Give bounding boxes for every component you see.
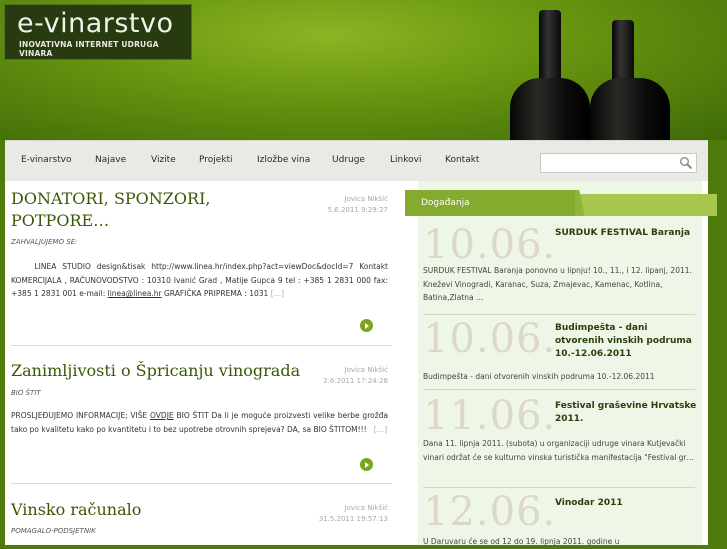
- post-date: 5.6.2011 9:29:27: [327, 206, 388, 214]
- nav-item-linkovi[interactable]: Linkovi: [390, 155, 421, 165]
- post-date: 31.5.2011 19:57:13: [318, 515, 388, 523]
- logo-subtitle: INOVATIVNA INTERNET UDRUGA VINARA: [19, 40, 159, 58]
- ovdje-link[interactable]: OVDJE: [150, 411, 174, 420]
- arrow-right-icon[interactable]: [360, 319, 373, 332]
- post-author: Jovica Nikšić: [344, 366, 388, 374]
- post-title[interactable]: Vinsko računalo: [11, 499, 141, 521]
- post-meta: Jovica Nikšić 5.6.2011 9:29:27: [328, 194, 388, 216]
- event-divider: [423, 487, 695, 488]
- post-category: ZAHVALJUJEMO SE:: [11, 238, 78, 246]
- nav-item-vizite[interactable]: Vizite: [151, 155, 176, 165]
- event-date: 12.06.: [423, 489, 557, 535]
- events-header-bar: [575, 194, 717, 216]
- nav-item-projekti[interactable]: Projekti: [199, 155, 233, 165]
- event-title[interactable]: SURDUK FESTIVAL Baranja: [555, 227, 698, 240]
- read-more-link[interactable]: […]: [374, 425, 387, 434]
- event-title[interactable]: Festival graševine Hrvatske 2011.: [555, 400, 698, 426]
- event-divider: [423, 314, 695, 315]
- post-date: 2.6.2011 17:24:28: [323, 377, 388, 385]
- event-title[interactable]: Budimpešta - dani otvorenih vinskih podr…: [555, 322, 698, 361]
- event-text: Dana 11. lipnja 2011. (subota) u organiz…: [423, 439, 694, 462]
- nav-item-e-vinarstvo[interactable]: E-vinarstvo: [21, 155, 72, 165]
- post-item: Zanimljivosti o Špricanju vinograda Jovi…: [11, 357, 388, 487]
- nav-item-udruge[interactable]: Udruge: [332, 155, 365, 165]
- nav-item-kontakt[interactable]: Kontakt: [445, 155, 479, 165]
- event-date: 11.06.: [423, 393, 557, 439]
- events-tab: Događanja: [405, 190, 575, 216]
- post-category: BIO ŠTIT: [11, 389, 41, 397]
- post-meta: Jovica Nikšić 31.5.2011 19:57:13: [319, 503, 388, 525]
- post-divider: [11, 345, 392, 346]
- event-text: SURDUK FESTIVAL Baranja ponovno u lipnju…: [423, 266, 692, 302]
- post-title[interactable]: DONATORI, SPONZORI, POTPORE…: [11, 188, 210, 232]
- event-item: 10.06. SURDUK FESTIVAL Baranja SURDUK FE…: [418, 222, 698, 315]
- logo-title: e-vinarstvo: [17, 8, 174, 39]
- event-date: 10.06.: [423, 316, 557, 362]
- post-title[interactable]: Zanimljivosti o Špricanju vinograda: [11, 360, 300, 382]
- post-author: Jovica Nikšić: [344, 195, 388, 203]
- post-item: Vinsko računalo Jovica Nikšić 31.5.2011 …: [11, 495, 388, 545]
- post-divider: [11, 483, 392, 484]
- event-date: 10.06.: [423, 222, 557, 268]
- event-item: 12.06. Vinodar 2011 U Daruvaru će se od …: [418, 489, 698, 546]
- event-item: 11.06. Festival graševine Hrvatske 2011.…: [418, 393, 698, 488]
- post-excerpt: LINEA STUDIO design&tisak http://www.lin…: [11, 262, 388, 298]
- event-divider: [423, 389, 695, 390]
- post-excerpt: PROSLJEĐUJEMO INFORMACIJE; VIŠE OVDJE BI…: [11, 411, 388, 434]
- event-item: 10.06. Budimpešta - dani otvorenih vinsk…: [418, 316, 698, 390]
- event-text: Budimpešta - dani otvorenih vinskih podr…: [423, 372, 655, 381]
- events-heading: Događanja: [421, 198, 470, 208]
- post-meta: Jovica Nikšić 2.6.2011 17:24:28: [323, 365, 388, 387]
- post-category: POMAGALO-PODSJETNIK: [11, 527, 96, 535]
- main-nav: E-vinarstvo Najave Vizite Projekti Izlož…: [5, 140, 708, 182]
- post-item: DONATORI, SPONZORI, POTPORE… Jovica Nikš…: [11, 188, 388, 338]
- search-input[interactable]: [540, 153, 697, 173]
- read-more-link[interactable]: […]: [271, 289, 284, 298]
- event-title[interactable]: Vinodar 2011: [555, 497, 698, 510]
- nav-item-najave[interactable]: Najave: [95, 155, 126, 165]
- email-link[interactable]: linea@linea.hr: [108, 289, 162, 298]
- site-logo[interactable]: e-vinarstvo INOVATIVNA INTERNET UDRUGA V…: [4, 4, 192, 60]
- post-author: Jovica Nikšić: [344, 504, 388, 512]
- nav-item-izlozbe-vina[interactable]: Izložbe vina: [257, 155, 310, 165]
- site-header: e-vinarstvo INOVATIVNA INTERNET UDRUGA V…: [0, 0, 727, 140]
- arrow-right-icon[interactable]: [360, 458, 373, 471]
- event-text: U Daruvaru će se od 12 do 19. lipnja 201…: [423, 537, 620, 546]
- search-icon[interactable]: [679, 156, 693, 170]
